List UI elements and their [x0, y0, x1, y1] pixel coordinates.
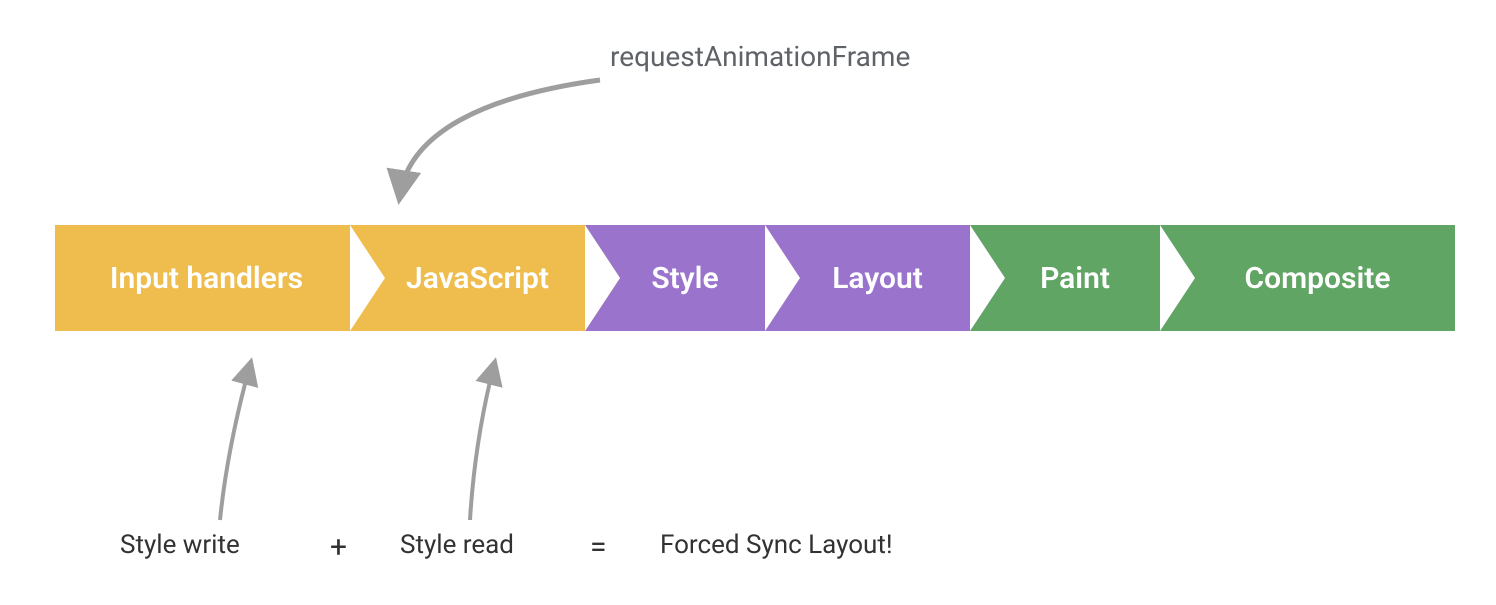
stage-label: JavaScript [406, 261, 549, 296]
stage-paint: Paint [970, 225, 1160, 331]
annotation-style-write: Style write [120, 530, 240, 560]
arrow-raf-icon [400, 80, 600, 195]
stage-javascript: JavaScript [350, 225, 585, 331]
annotation-forced-sync-layout: Forced Sync Layout! [660, 530, 893, 560]
stage-composite: Composite [1160, 225, 1455, 331]
annotation-raf: requestAnimationFrame [610, 40, 910, 73]
stage-style: Style [585, 225, 765, 331]
pipeline-diagram: requestAnimationFrame Input handlers Jav… [0, 0, 1496, 605]
stage-layout: Layout [765, 225, 970, 331]
arrow-style-write-icon [220, 365, 250, 520]
arrow-style-read-icon [470, 365, 494, 520]
stage-label: Style [651, 261, 718, 296]
equals-symbol: = [590, 530, 606, 565]
stage-label: Layout [832, 261, 923, 296]
stage-label: Composite [1245, 261, 1391, 296]
annotation-style-read: Style read [400, 530, 514, 560]
stage-input-handlers: Input handlers [55, 225, 350, 331]
render-pipeline: Input handlers JavaScript Style Layout P… [55, 225, 1455, 331]
plus-symbol: + [330, 530, 347, 565]
stage-label: Paint [1040, 261, 1110, 296]
stage-label: Input handlers [110, 261, 303, 296]
